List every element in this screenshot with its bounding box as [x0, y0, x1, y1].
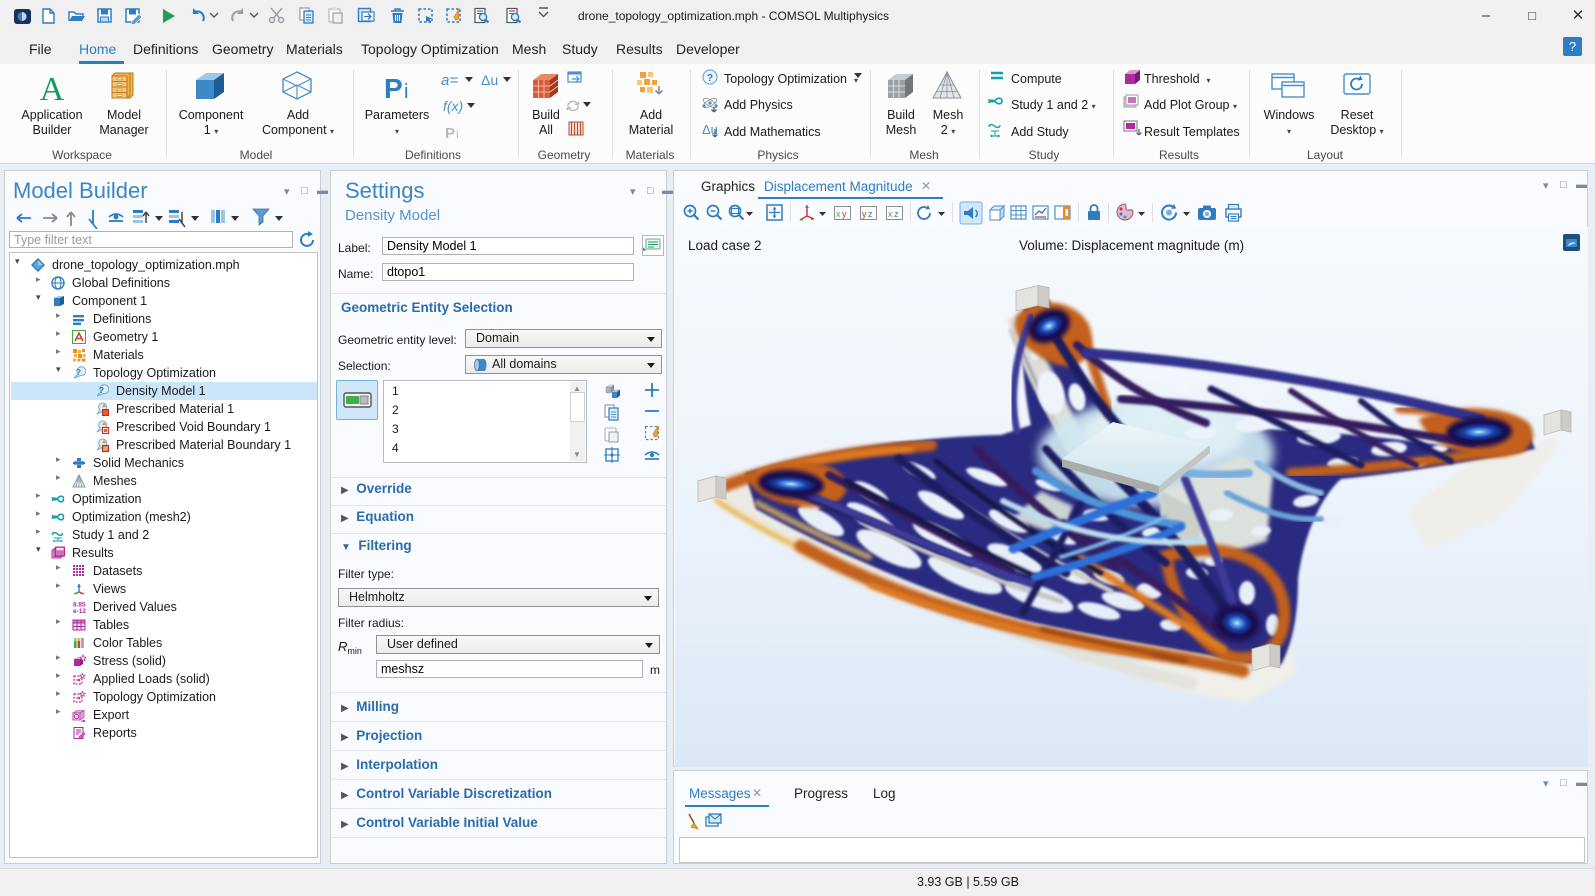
svg-text:z: z: [868, 209, 873, 219]
svg-text:a=: a=: [441, 72, 458, 89]
svg-text:e-12: e-12: [73, 608, 86, 614]
svg-text:Δu: Δu: [481, 72, 498, 88]
svg-text:?: ?: [76, 367, 81, 377]
svg-text:?: ?: [707, 72, 713, 84]
svg-text:i: i: [404, 81, 408, 103]
svg-text:y: y: [842, 209, 847, 219]
svg-text:P: P: [384, 73, 403, 104]
svg-text:y: y: [862, 209, 867, 219]
svg-text:x: x: [836, 209, 841, 219]
svg-text:z: z: [894, 209, 899, 219]
svg-text:A: A: [40, 71, 65, 108]
svg-text:?: ?: [99, 385, 104, 395]
svg-text:i: i: [456, 127, 459, 141]
svg-text:x: x: [888, 209, 893, 219]
